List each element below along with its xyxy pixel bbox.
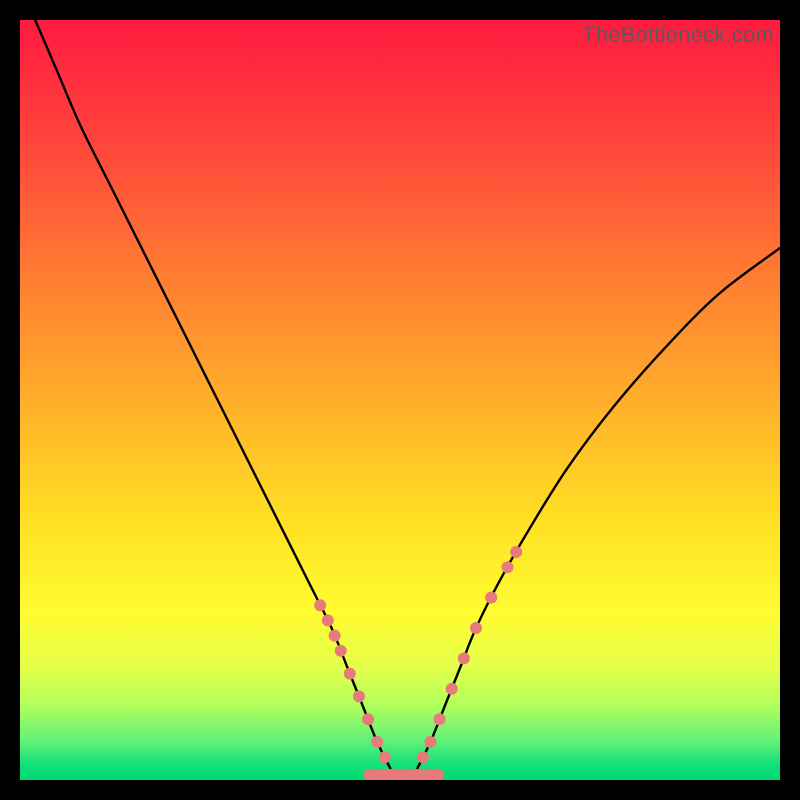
data-marker	[379, 751, 391, 763]
data-marker	[434, 713, 446, 725]
data-marker	[371, 736, 383, 748]
chart-frame: TheBottleneck.com	[0, 0, 800, 800]
data-marker	[485, 592, 497, 604]
data-marker	[458, 652, 470, 664]
data-marker	[344, 668, 356, 680]
data-marker	[501, 561, 513, 573]
data-marker	[362, 713, 374, 725]
markers-right-group	[417, 546, 522, 763]
markers-valley-group	[364, 769, 444, 780]
left-curve	[35, 20, 392, 772]
data-marker	[417, 751, 429, 763]
data-marker	[329, 630, 341, 642]
data-marker	[353, 690, 365, 702]
data-marker	[335, 645, 347, 657]
data-marker	[314, 599, 326, 611]
right-curve	[415, 248, 780, 772]
data-marker	[470, 622, 482, 634]
data-marker	[446, 683, 458, 695]
plot-area: TheBottleneck.com	[20, 20, 780, 780]
data-marker	[424, 736, 436, 748]
data-marker	[510, 546, 522, 558]
data-marker	[322, 614, 334, 626]
curve-svg	[20, 20, 780, 780]
